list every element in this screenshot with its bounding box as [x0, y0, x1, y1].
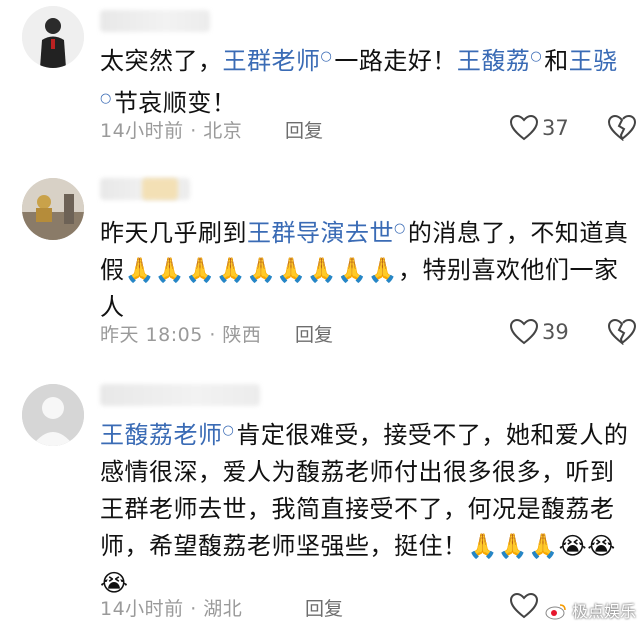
user-badge — [142, 178, 178, 200]
user-avatar[interactable] — [22, 384, 84, 446]
heart-icon[interactable] — [509, 114, 539, 141]
search-icon: ○ — [222, 423, 235, 438]
comment-meta: 14小时前 · 湖北 — [100, 598, 243, 620]
username-redacted[interactable] — [100, 10, 210, 32]
search-icon: ○ — [100, 91, 112, 106]
comment-item: 昨天几乎刷到王群导演去世○的消息了，不知道真假🙏🙏🙏🙏🙏🙏🙏🙏🙏，特别喜欢他们一… — [0, 168, 640, 358]
comment-item: 王馥荔老师○肯定很难受，接受不了，她和爱人的感情很深，爱人为馥荔老师付出很多很多… — [0, 372, 640, 628]
reply-button[interactable]: 回复 — [285, 116, 323, 143]
reply-button[interactable]: 回复 — [305, 594, 343, 621]
comment-meta: 昨天 18:05 · 陕西 — [100, 324, 262, 346]
reply-button[interactable]: 回复 — [295, 320, 333, 347]
user-avatar[interactable] — [22, 6, 84, 68]
comment-text: 昨天几乎刷到王群导演去世○的消息了，不知道真假🙏🙏🙏🙏🙏🙏🙏🙏🙏，特别喜欢他们一… — [100, 219, 629, 321]
topic-link[interactable]: 王群导演去世○ — [247, 219, 408, 247]
topic-link[interactable]: 王群老师○ — [223, 47, 335, 75]
comment-item: 太突然了，王群老师○一路走好！王馥荔○和王骁○节哀顺变！ 14小时前 · 北京 … — [0, 0, 640, 160]
like-count: 39 — [542, 320, 569, 344]
user-avatar[interactable] — [22, 178, 84, 240]
heart-icon[interactable] — [509, 318, 539, 345]
heart-icon[interactable] — [509, 592, 539, 619]
comment-text: 王馥荔老师○肯定很难受，接受不了，她和爱人的感情很深，爱人为馥荔老师付出很多很多… — [100, 421, 629, 597]
broken-heart-icon[interactable] — [607, 318, 637, 345]
watermark: 极点娱乐 — [545, 598, 636, 622]
comment-meta: 14小时前 · 北京 — [100, 120, 243, 142]
username-redacted[interactable] — [100, 384, 260, 406]
topic-link[interactable]: 王馥荔老师○ — [100, 421, 236, 449]
search-icon: ○ — [530, 49, 543, 64]
like-count: 37 — [542, 116, 569, 140]
comment-text: 太突然了，王群老师○一路走好！王馥荔○和王骁○节哀顺变！ — [100, 47, 618, 117]
topic-link[interactable]: 王馥荔○ — [457, 47, 544, 75]
weibo-logo-icon — [545, 604, 566, 620]
search-icon: ○ — [320, 49, 333, 64]
emoji-sequence: 🙏🙏🙏🙏🙏🙏🙏🙏🙏 — [124, 256, 398, 284]
broken-heart-icon[interactable] — [607, 114, 637, 141]
search-icon: ○ — [394, 221, 406, 236]
